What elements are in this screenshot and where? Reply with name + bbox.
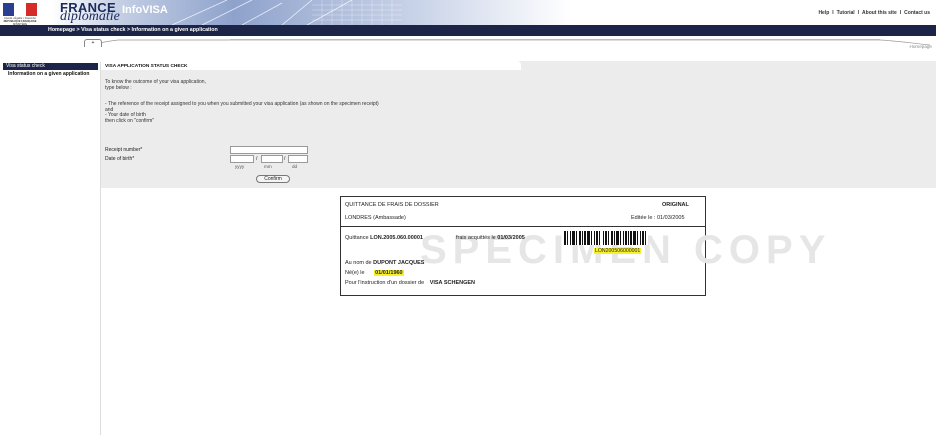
- instructions-text: - The reference of the receipt assigned …: [105, 101, 379, 124]
- barcode-number: LON200506000001: [594, 248, 642, 254]
- add-tab-icon[interactable]: +: [84, 39, 102, 47]
- sidebar: [0, 62, 101, 435]
- barcode-icon: [564, 231, 684, 245]
- date-of-birth-label: Date of birth*: [105, 156, 135, 162]
- confirm-button[interactable]: Confirm: [256, 175, 290, 183]
- top-links: Help I Tutorial I About this site I Contact us: [818, 10, 930, 16]
- help-link[interactable]: Help: [818, 10, 829, 16]
- french-flag-icon: [3, 3, 37, 16]
- receipt-number-label: Receipt number*: [105, 147, 143, 153]
- infovisa-title: InfoVISA: [122, 4, 168, 16]
- receipt-original-label: ORIGINAL: [662, 202, 689, 208]
- receipt-quittance: Quittance LON.2005.060.00001: [345, 235, 423, 241]
- receipt-purpose: Pour l'instruction d'un dossier de VISA …: [345, 280, 476, 286]
- receipt-edited: Editée le : 01/03/2005: [631, 215, 685, 221]
- hint-yyyy: yyyy: [235, 164, 245, 169]
- homepage-link[interactable]: Homepage: [910, 44, 932, 49]
- dob-year-input[interactable]: [230, 155, 254, 163]
- page-title: Visa application status check: [105, 64, 188, 69]
- receipt-divider: [340, 226, 706, 227]
- hint-mm: mm: [264, 164, 272, 169]
- breadcrumb: Homepage > Visa status check > Informati…: [48, 27, 218, 33]
- dob-day-input[interactable]: [288, 155, 308, 163]
- france-diplomatie-logo-diplomatie: diplomatie: [60, 9, 120, 24]
- contact-link[interactable]: Contact us: [904, 10, 930, 16]
- dob-month-input[interactable]: [261, 155, 283, 163]
- about-link[interactable]: About this site: [862, 10, 897, 16]
- receipt-born: Né(e) le 01/01/1960: [345, 270, 404, 276]
- receipt-name: Au nom de DUPONT JACQUES: [345, 260, 425, 266]
- infovisa-banner: FRANCE diplomatie InfoVISA: [52, 0, 572, 25]
- sidebar-item-information-application[interactable]: Information on a given application: [8, 71, 93, 78]
- sidebar-item-visa-status-check[interactable]: Visa status check: [3, 63, 98, 70]
- barcode-bar: [646, 231, 648, 245]
- receipt-office: LONDRES (Ambassade): [345, 215, 406, 221]
- receipt-fees: frais acquittés le 01/03/2005: [456, 235, 525, 241]
- status-check-panel: [101, 61, 936, 188]
- intro-text: To know the outcome of your visa applica…: [105, 79, 206, 91]
- hint-dd: dd: [292, 164, 298, 169]
- receipt-title: QUITTANCE DE FRAIS DE DOSSIER: [345, 202, 439, 208]
- tab-strip-decoration: [99, 39, 931, 46]
- receipt-number-input[interactable]: [230, 146, 308, 154]
- tutorial-link[interactable]: Tutorial: [837, 10, 855, 16]
